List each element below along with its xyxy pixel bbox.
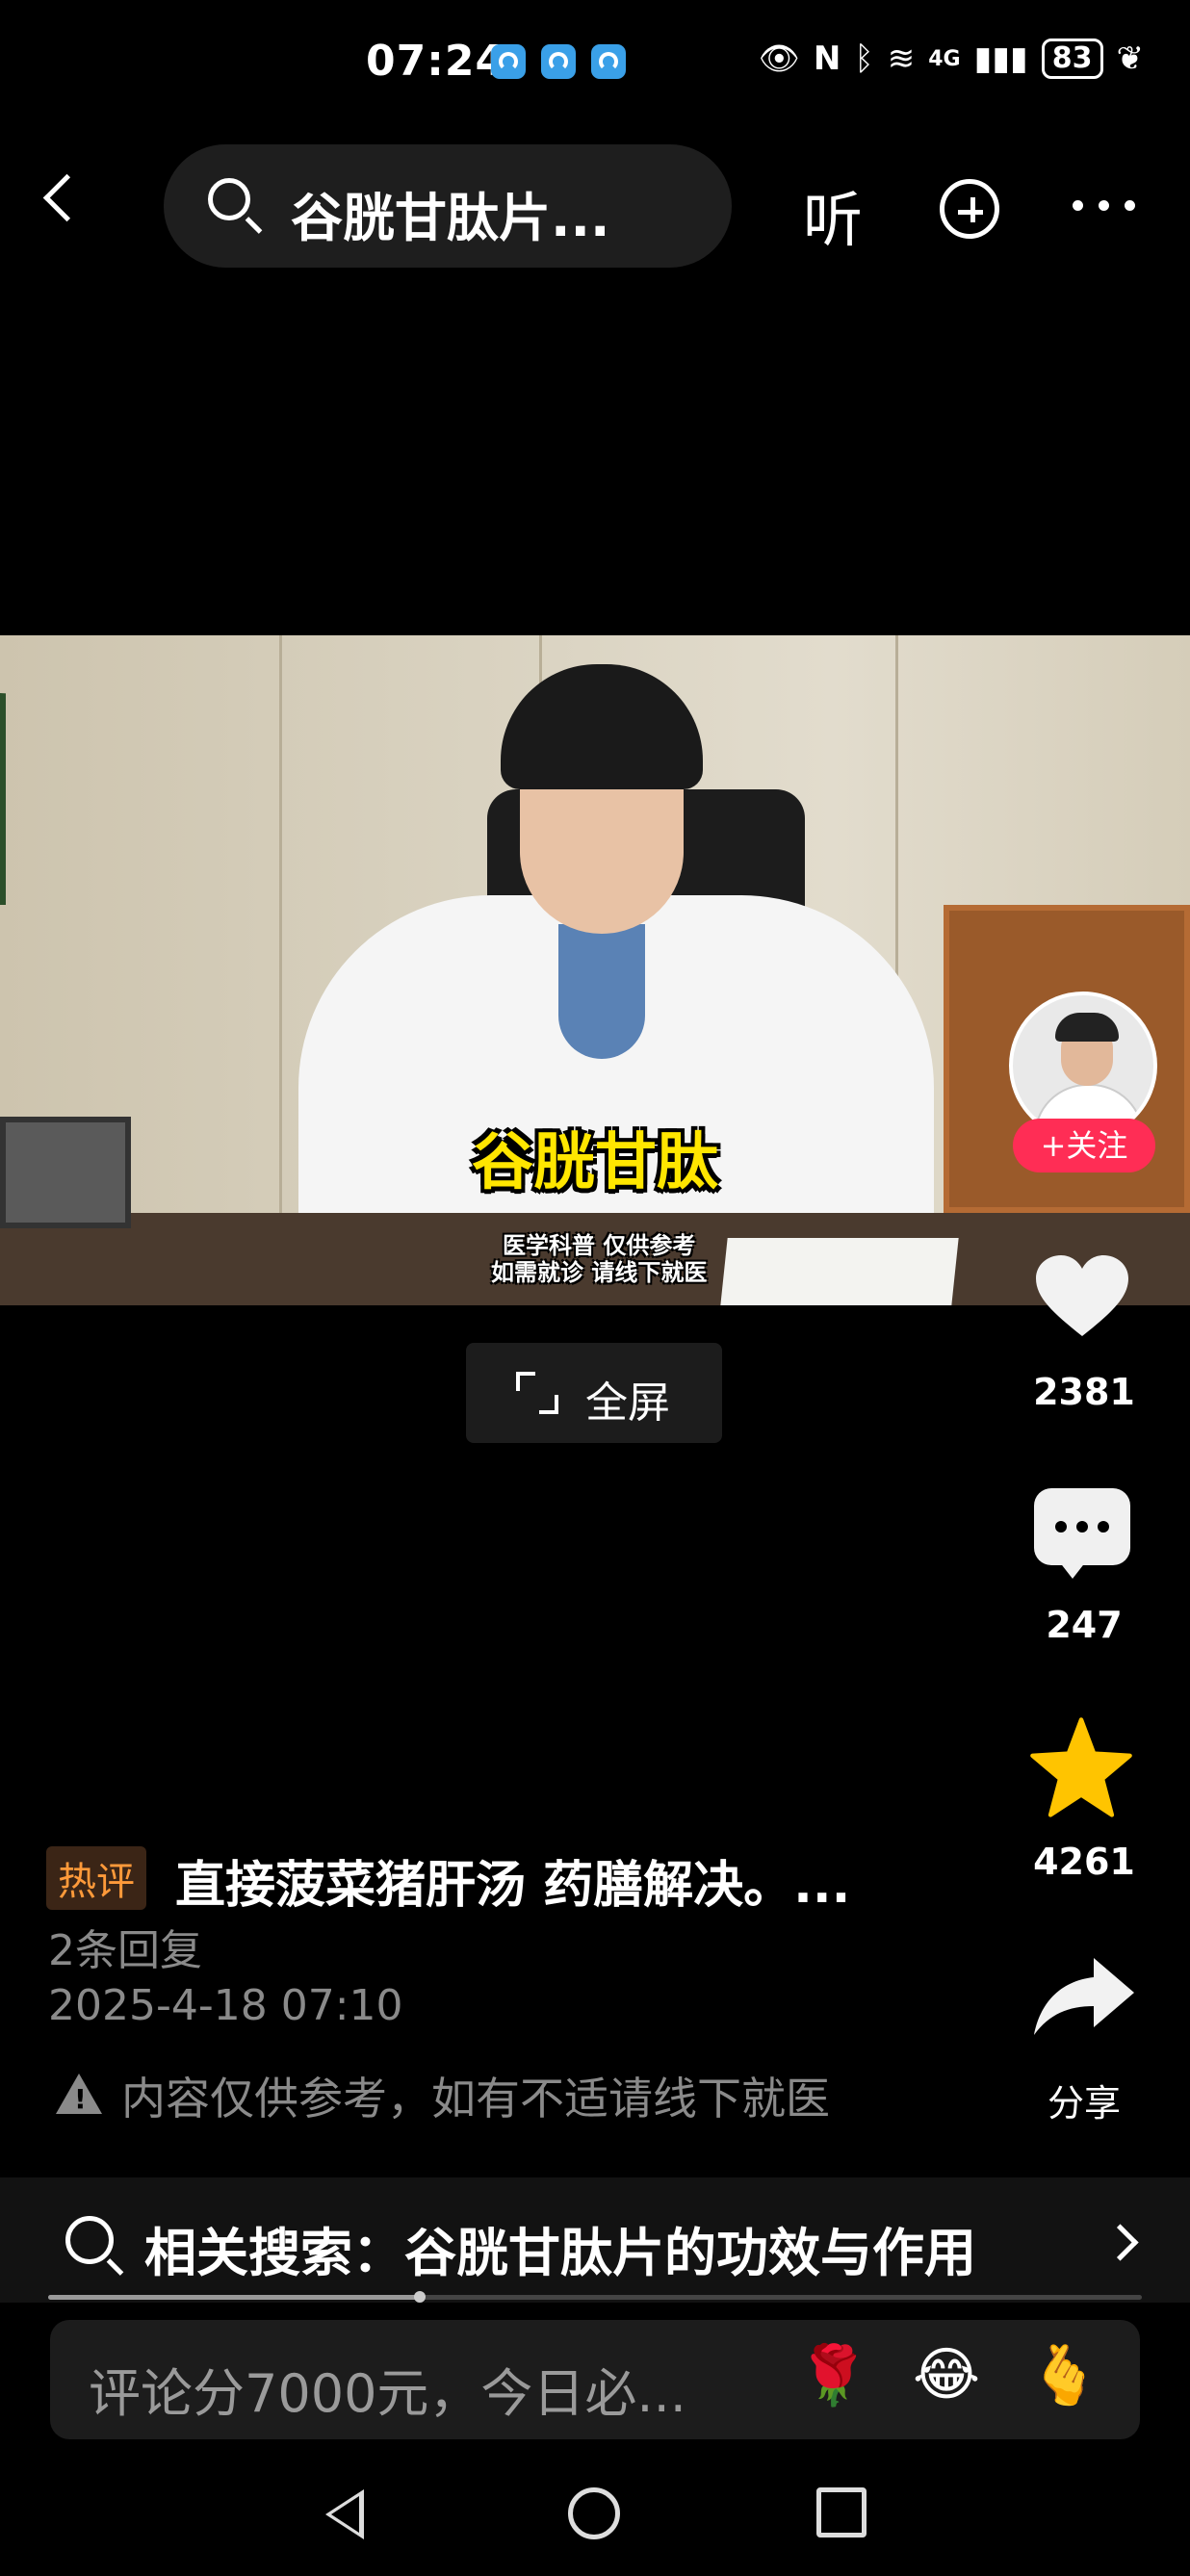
status-time: 07:24 bbox=[366, 37, 506, 86]
wifi-icon: ≋ bbox=[887, 39, 916, 78]
disclaimer-line-2: 如需就诊 请线下就医 bbox=[491, 1259, 708, 1286]
medical-warning: 内容仅供参考，如有不适请线下就医 bbox=[121, 2073, 830, 2125]
listen-button[interactable]: 听 bbox=[803, 171, 863, 258]
eye-icon: 👁 bbox=[758, 39, 800, 78]
share-icon[interactable] bbox=[1030, 1954, 1138, 2041]
like-count: 2381 bbox=[1033, 1371, 1135, 1413]
paper-image bbox=[720, 1238, 959, 1305]
more-icon[interactable] bbox=[1073, 200, 1135, 211]
notification-icon bbox=[541, 44, 576, 79]
comment-input[interactable]: 评论分7000元，今日必... 🌹 😂 🫰 bbox=[50, 2320, 1140, 2439]
rose-emoji-icon[interactable]: 🌹 bbox=[797, 2341, 869, 2409]
hot-comment-badge: 热评 bbox=[46, 1846, 146, 1910]
notification-icon bbox=[491, 44, 526, 79]
expand-icon bbox=[516, 1372, 558, 1414]
finger-heart-emoji-icon[interactable]: 🫰 bbox=[1028, 2341, 1100, 2409]
notification-icon bbox=[591, 44, 626, 79]
related-search-text: 相关搜索：谷胱甘肽片的功效与作用 bbox=[144, 2223, 976, 2283]
fullscreen-label: 全屏 bbox=[585, 1378, 670, 1428]
nav-recents-icon[interactable] bbox=[816, 2487, 867, 2537]
bluetooth-icon: ᛒ bbox=[854, 39, 874, 78]
signal-icon: ▮▮▮ bbox=[973, 39, 1028, 78]
doctor-shirt-image bbox=[558, 924, 645, 1059]
battery-indicator: 83 bbox=[1041, 39, 1103, 79]
back-icon[interactable] bbox=[42, 173, 91, 222]
reply-count[interactable]: 2条回复 bbox=[48, 1916, 202, 1977]
video-player[interactable]: 谷胱甘肽 医学科普 仅供参考 如需就诊 请线下就医 bbox=[0, 635, 1190, 1305]
network-label: 4G bbox=[928, 46, 961, 71]
search-bar[interactable]: 谷胱甘肽片... bbox=[164, 144, 732, 268]
warning-icon bbox=[56, 2074, 102, 2115]
favorite-count: 4261 bbox=[1033, 1841, 1135, 1883]
status-icons: 👁 N ᛒ ≋ 4G ▮▮▮ 83 ❦ bbox=[759, 39, 1144, 79]
share-label: 分享 bbox=[1047, 2082, 1121, 2125]
add-icon[interactable] bbox=[940, 179, 999, 239]
disclaimer-line-1: 医学科普 仅供参考 bbox=[503, 1232, 696, 1259]
like-icon[interactable] bbox=[1034, 1253, 1130, 1340]
video-disclaimer: 医学科普 仅供参考 如需就诊 请线下就医 bbox=[491, 1232, 707, 1286]
nfc-icon: N bbox=[813, 39, 841, 78]
comment-count: 247 bbox=[1046, 1604, 1123, 1646]
search-query: 谷胱甘肽片... bbox=[291, 188, 610, 248]
video-subtitle: 谷胱甘肽 bbox=[472, 1127, 718, 1198]
fullscreen-button[interactable]: 全屏 bbox=[466, 1343, 722, 1443]
related-search-bar[interactable]: 相关搜索：谷胱甘肽片的功效与作用 bbox=[0, 2177, 1190, 2303]
nav-home-icon[interactable] bbox=[568, 2487, 620, 2539]
comment-placeholder: 评论分7000元，今日必... bbox=[89, 2363, 686, 2424]
chevron-right-icon bbox=[1101, 2224, 1139, 2261]
hot-comment-text[interactable]: 直接菠菜猪肝汤 药膳解决。... bbox=[175, 1844, 850, 1917]
avatar[interactable] bbox=[1009, 992, 1157, 1140]
monitor-image bbox=[0, 1117, 131, 1228]
follow-button[interactable]: +关注 bbox=[1013, 1119, 1155, 1172]
nav-back-icon[interactable] bbox=[325, 2489, 364, 2539]
comment-icon[interactable] bbox=[1034, 1488, 1130, 1579]
video-progress-bar[interactable] bbox=[48, 2291, 1142, 2303]
search-icon bbox=[65, 2216, 114, 2264]
search-icon bbox=[208, 178, 250, 220]
leaf-icon: ❦ bbox=[1116, 39, 1145, 78]
progress-fill bbox=[48, 2295, 421, 2300]
favorite-icon[interactable] bbox=[1028, 1715, 1134, 1821]
laughing-emoji-icon[interactable]: 😂 bbox=[913, 2341, 980, 2409]
post-date: 2025-4-18 07:10 bbox=[48, 1981, 403, 2030]
